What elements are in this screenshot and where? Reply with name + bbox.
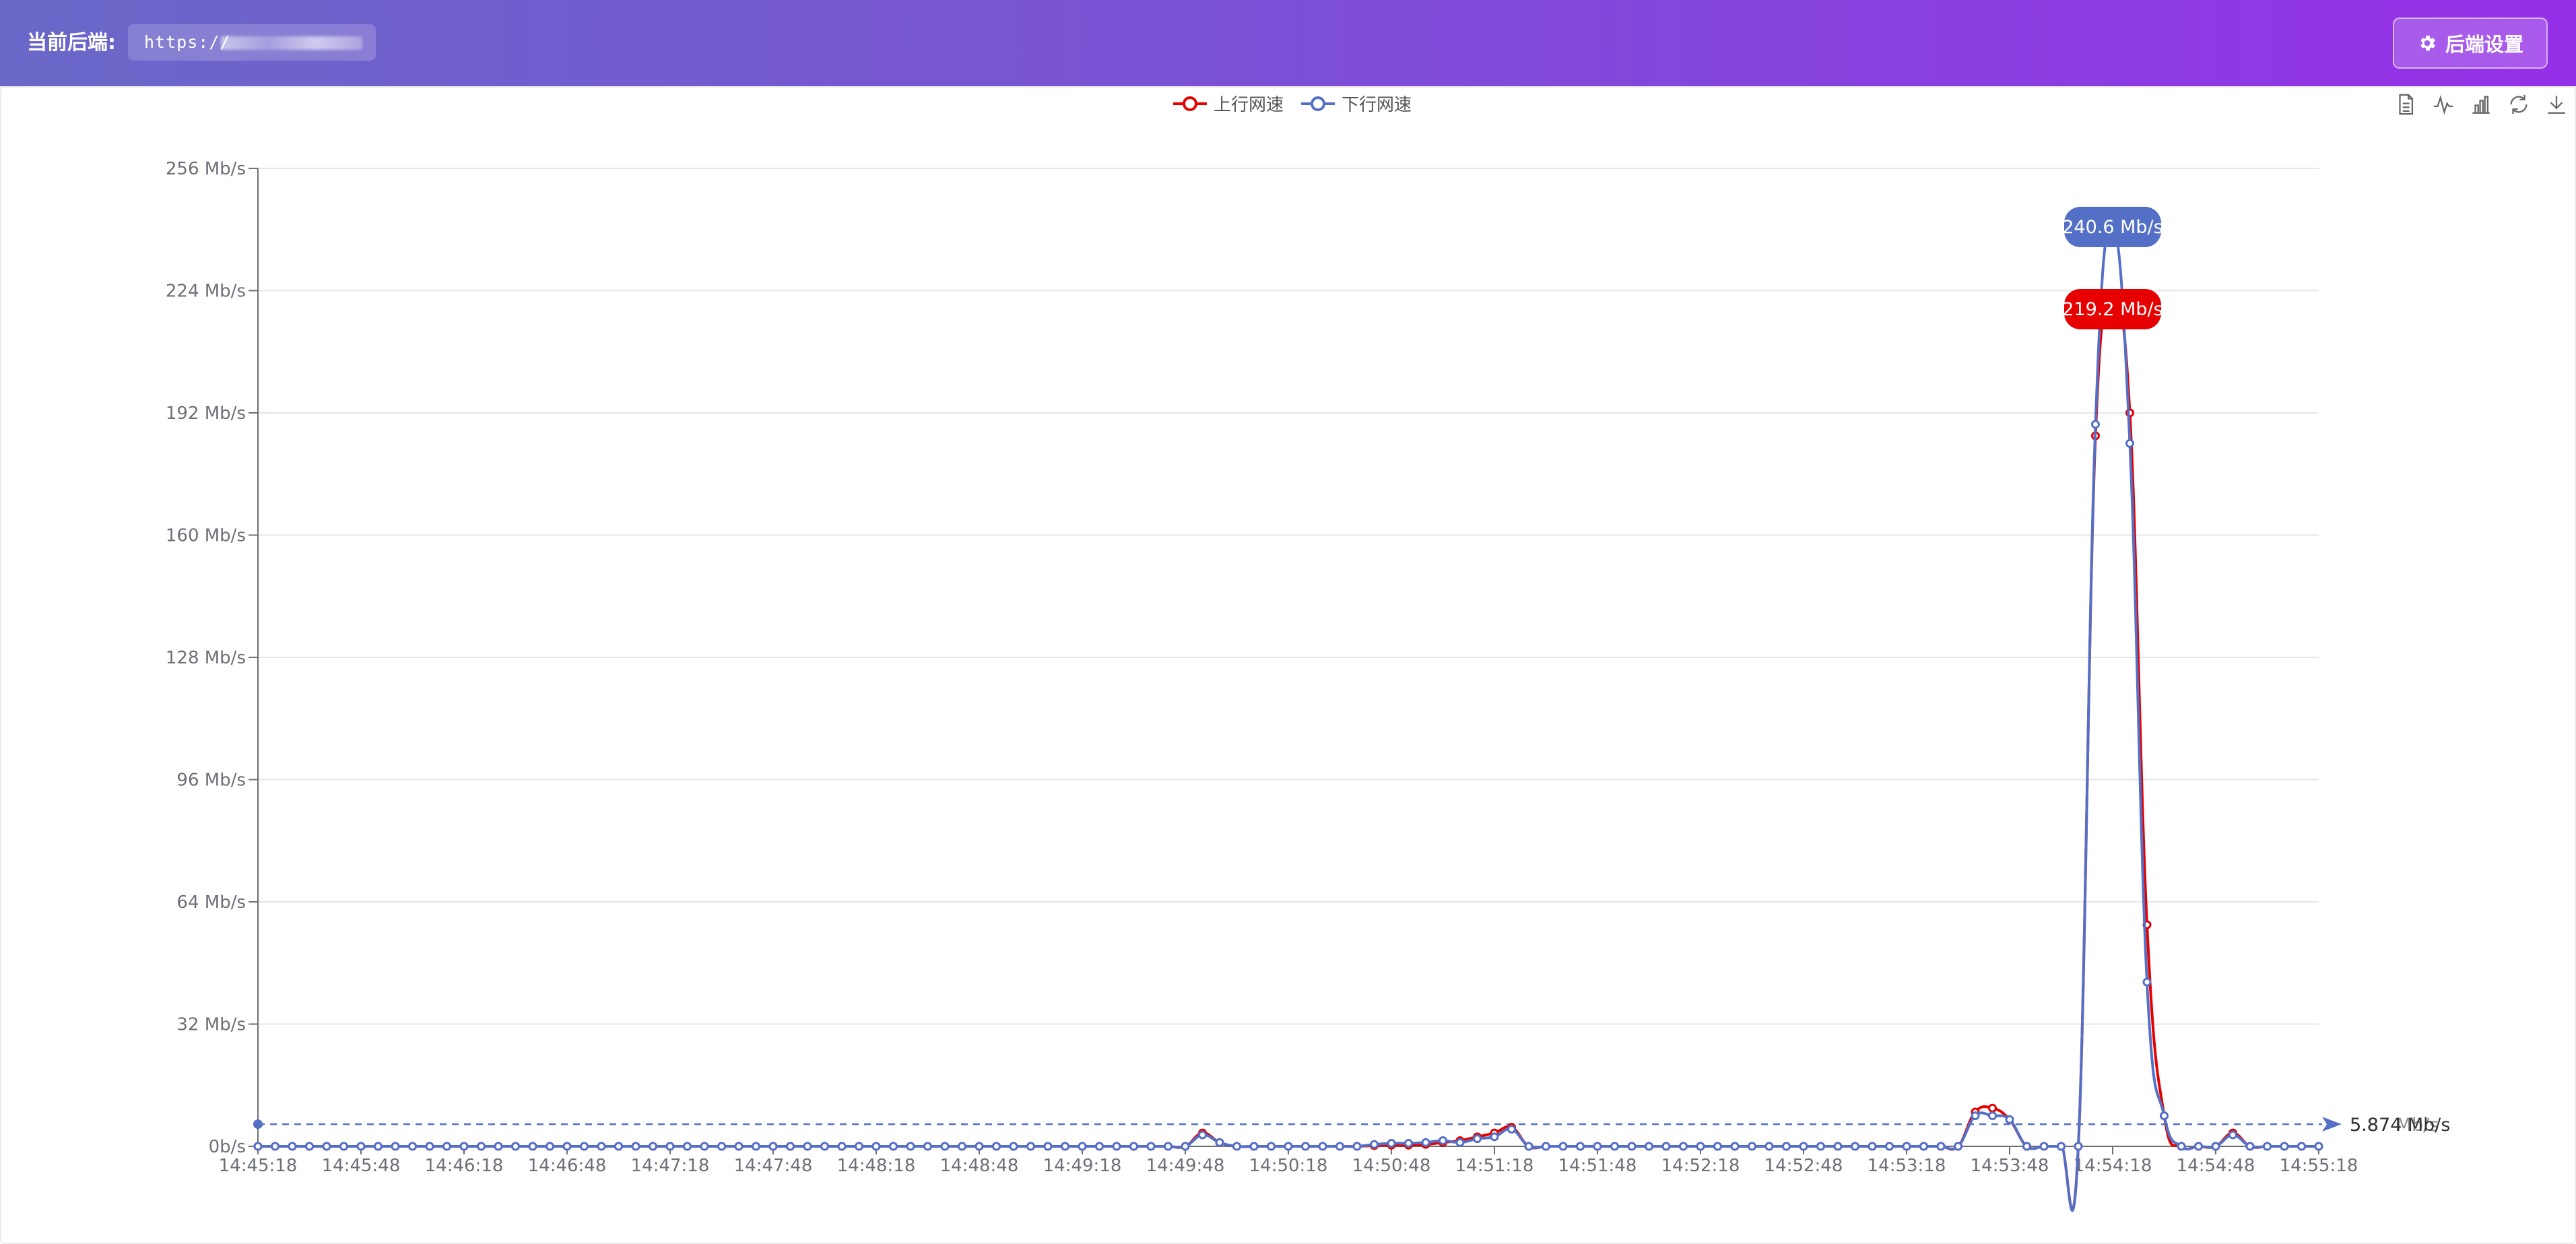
legend-download-marker-icon	[1301, 96, 1335, 111]
chart-legend: 上行网速 下行网速	[1173, 91, 1412, 116]
restore-icon[interactable]	[2507, 93, 2530, 116]
backend-label: 当前后端:	[27, 31, 116, 55]
chart-panel	[0, 86, 2576, 1244]
settings-button-label: 后端设置	[2445, 33, 2523, 56]
legend-upload-marker-icon	[1173, 96, 1207, 111]
chart-toolbox	[2394, 93, 2568, 116]
backend-url-field[interactable]: https://	[128, 24, 376, 61]
redacted-url-mask	[221, 36, 362, 50]
legend-item-upload[interactable]: 上行网速	[1173, 91, 1284, 116]
backend-settings-button[interactable]: 后端设置	[2393, 18, 2548, 69]
bar-chart-icon[interactable]	[2470, 93, 2492, 116]
gear-icon	[2420, 35, 2435, 51]
top-bar: 当前后端: https:// 后端设置	[0, 0, 2576, 86]
legend-label-upload: 上行网速	[1214, 95, 1284, 115]
line-chart-icon[interactable]	[2432, 93, 2455, 116]
backend-url-text: https://	[144, 32, 231, 52]
download-icon[interactable]	[2545, 93, 2568, 116]
legend-item-download[interactable]: 下行网速	[1301, 91, 1412, 116]
data-view-icon[interactable]	[2394, 93, 2417, 116]
legend-label-download: 下行网速	[1342, 95, 1412, 115]
